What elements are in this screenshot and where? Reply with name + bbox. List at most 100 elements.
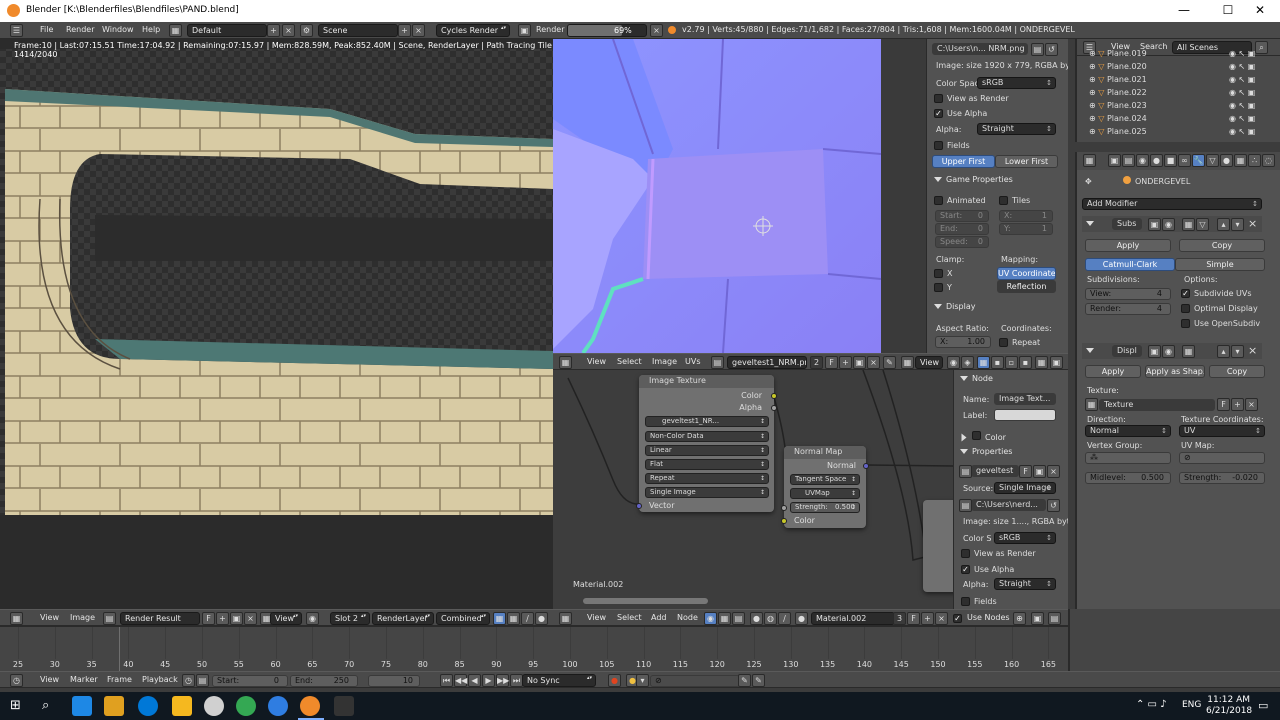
displace-modifier-header[interactable]: Displ ▣ ◉ ▦ ▴ ▾ × [1082, 343, 1262, 359]
node-image-select[interactable]: geveltest1_NR... [645, 416, 769, 427]
lock-icon[interactable]: ▤ [196, 674, 209, 687]
node-label-field[interactable] [994, 409, 1056, 421]
auto-keying-record-icon[interactable]: ● [608, 674, 621, 687]
menu-window[interactable]: Window [102, 25, 134, 34]
new-image-icon[interactable]: + [216, 612, 229, 625]
uv-menu-image[interactable]: Image [652, 357, 677, 366]
expand-icon[interactable]: ⊕ [1089, 49, 1096, 58]
visibility-toggles[interactable]: ◉ ↖ ▣ [1229, 88, 1255, 97]
use-opensubdiv-checkbox[interactable] [1181, 319, 1190, 328]
alpha-mode-select[interactable]: Straight [977, 123, 1056, 135]
move-up-icon[interactable]: ▴ [1217, 345, 1230, 358]
task-view-icon[interactable] [72, 696, 92, 716]
out-normal-socket[interactable] [863, 463, 869, 469]
node-name-field[interactable]: Image Text... [994, 393, 1056, 405]
displace-copy-button[interactable]: Copy [1209, 365, 1265, 378]
editor-type-icon[interactable]: ◷ [10, 674, 23, 687]
expand-icon[interactable]: ⊕ [1089, 101, 1096, 110]
image-path-field[interactable]: C:\Users\n... NRM.png [932, 43, 1028, 55]
chrome-browser-icon[interactable] [236, 696, 256, 716]
menu-help[interactable]: Help [142, 25, 160, 34]
uv-menu-uvs[interactable]: UVs [685, 357, 701, 366]
normal-space-select[interactable]: Tangent Space [790, 474, 860, 485]
delete-keyframe-icon[interactable]: ✎ [752, 674, 765, 687]
render-pass-select[interactable]: Combined [436, 612, 490, 625]
render-toggle-icon[interactable]: ▣ [1148, 345, 1161, 358]
keying-set-field[interactable]: ⊘ [650, 675, 740, 687]
optimal-display-checkbox[interactable] [1181, 304, 1190, 313]
view-as-render-checkbox[interactable] [934, 94, 943, 103]
end-field[interactable]: End: 0 [935, 223, 989, 235]
node-source-select[interactable]: Single Image [994, 482, 1056, 494]
unlink-image-icon[interactable]: × [1047, 465, 1060, 478]
search-icon[interactable]: ⌕ [42, 698, 49, 713]
remove-modifier-icon[interactable]: × [1248, 217, 1257, 230]
image-browse-icon[interactable]: ▤ [959, 465, 972, 478]
fake-user-button[interactable]: F [1019, 465, 1032, 478]
pivot-icon[interactable]: ◉ [306, 612, 319, 625]
timeline-menu-marker[interactable]: Marker [70, 675, 98, 684]
windows-start-icon[interactable]: ⊞ [10, 699, 24, 713]
view-mode-icon[interactable]: ▦ [901, 356, 914, 369]
new-material-icon[interactable]: + [921, 612, 934, 625]
simple-button[interactable]: Simple [1175, 258, 1265, 271]
visibility-toggles[interactable]: ◉ ↖ ▣ [1229, 49, 1255, 58]
uv-menu-select[interactable]: Select [617, 357, 642, 366]
animated-checkbox[interactable] [934, 196, 943, 205]
sync-mode-select[interactable]: No Sync [522, 674, 596, 687]
line-style-icon[interactable]: ∕ [778, 612, 791, 625]
slot-select[interactable]: Slot 2 [330, 612, 370, 625]
remove-scene-icon[interactable]: × [412, 24, 425, 37]
remove-layout-icon[interactable]: × [282, 24, 295, 37]
fields-checkbox[interactable] [934, 141, 943, 150]
pin-image-icon[interactable]: ✎ [883, 356, 896, 369]
color-section-header[interactable]: Color [960, 431, 1006, 445]
cancel-render-icon[interactable]: × [650, 24, 663, 37]
pivot-icon[interactable]: ◉ [947, 356, 960, 369]
properties-section-header[interactable]: Properties [960, 447, 1012, 461]
scene-select[interactable]: Scene [318, 24, 398, 37]
particles-tab-icon[interactable]: ∴ [1248, 154, 1261, 167]
uv-select-mode-icon[interactable]: ▦ [977, 356, 990, 369]
node-alpha-select[interactable]: Straight [994, 578, 1056, 590]
expand-icon[interactable]: ⊕ [1089, 114, 1096, 123]
remove-modifier-icon[interactable]: × [1248, 344, 1257, 357]
alpha-channel-icon[interactable]: ▦ [507, 612, 520, 625]
use-alpha-checkbox[interactable]: ✓ [934, 109, 943, 118]
editmode-toggle-icon[interactable]: ▦ [1182, 345, 1195, 358]
start-field[interactable]: Start: 0 [935, 210, 989, 222]
menu-render[interactable]: Render [66, 25, 94, 34]
media-app-icon[interactable] [104, 696, 124, 716]
normal-map-node[interactable]: Normal Map Normal Tangent Space UVMap St… [781, 446, 869, 528]
displace-name-field[interactable]: Displ [1112, 345, 1142, 357]
outliner-item[interactable]: ⊕ ▽ Plane.022 ◉ ↖ ▣ [1089, 88, 1279, 101]
interpolation-select[interactable]: Linear [645, 445, 769, 456]
internet-explorer-icon[interactable] [268, 696, 288, 716]
open-image-icon[interactable]: ▣ [853, 356, 866, 369]
object-shader-icon[interactable]: ● [750, 612, 763, 625]
file-icon[interactable]: ▤ [959, 499, 972, 512]
record-icon[interactable]: ● [535, 612, 548, 625]
image-browse-icon[interactable]: ▤ [103, 612, 116, 625]
node-image-path-field[interactable]: C:\Users\nerd... [971, 499, 1046, 511]
node-color-space-select[interactable]: sRGB [994, 532, 1056, 544]
open-image-icon[interactable]: ▣ [230, 612, 243, 625]
aspect-x-field[interactable]: X: 1.00 [935, 336, 991, 348]
upper-first-button[interactable]: Upper First [932, 155, 995, 168]
cage-toggle-icon[interactable]: ▽ [1196, 218, 1209, 231]
render-engine-select[interactable]: Cycles Render [436, 24, 510, 37]
editor-type-icon[interactable]: ▦ [10, 612, 23, 625]
timeline-menu-frame[interactable]: Frame [107, 675, 132, 684]
scene-tab-icon[interactable]: ◉ [1136, 154, 1149, 167]
clamp-y-checkbox[interactable] [934, 283, 943, 292]
image-file-icon[interactable]: ▤ [1031, 43, 1044, 56]
node-section-header[interactable]: Node [960, 374, 993, 388]
unlink-texture-icon[interactable]: × [1245, 398, 1258, 411]
clock-time[interactable]: 11:12 AM [1206, 695, 1250, 705]
image-browse-icon[interactable]: ▤ [711, 356, 724, 369]
reload-image-icon[interactable]: ↺ [1045, 43, 1058, 56]
new-image-icon[interactable]: ▣ [1033, 465, 1046, 478]
render-result-select[interactable]: Render Result [120, 612, 200, 625]
uv-menu-view[interactable]: View [587, 357, 606, 366]
node-use-alpha-checkbox[interactable]: ✓ [961, 565, 970, 574]
